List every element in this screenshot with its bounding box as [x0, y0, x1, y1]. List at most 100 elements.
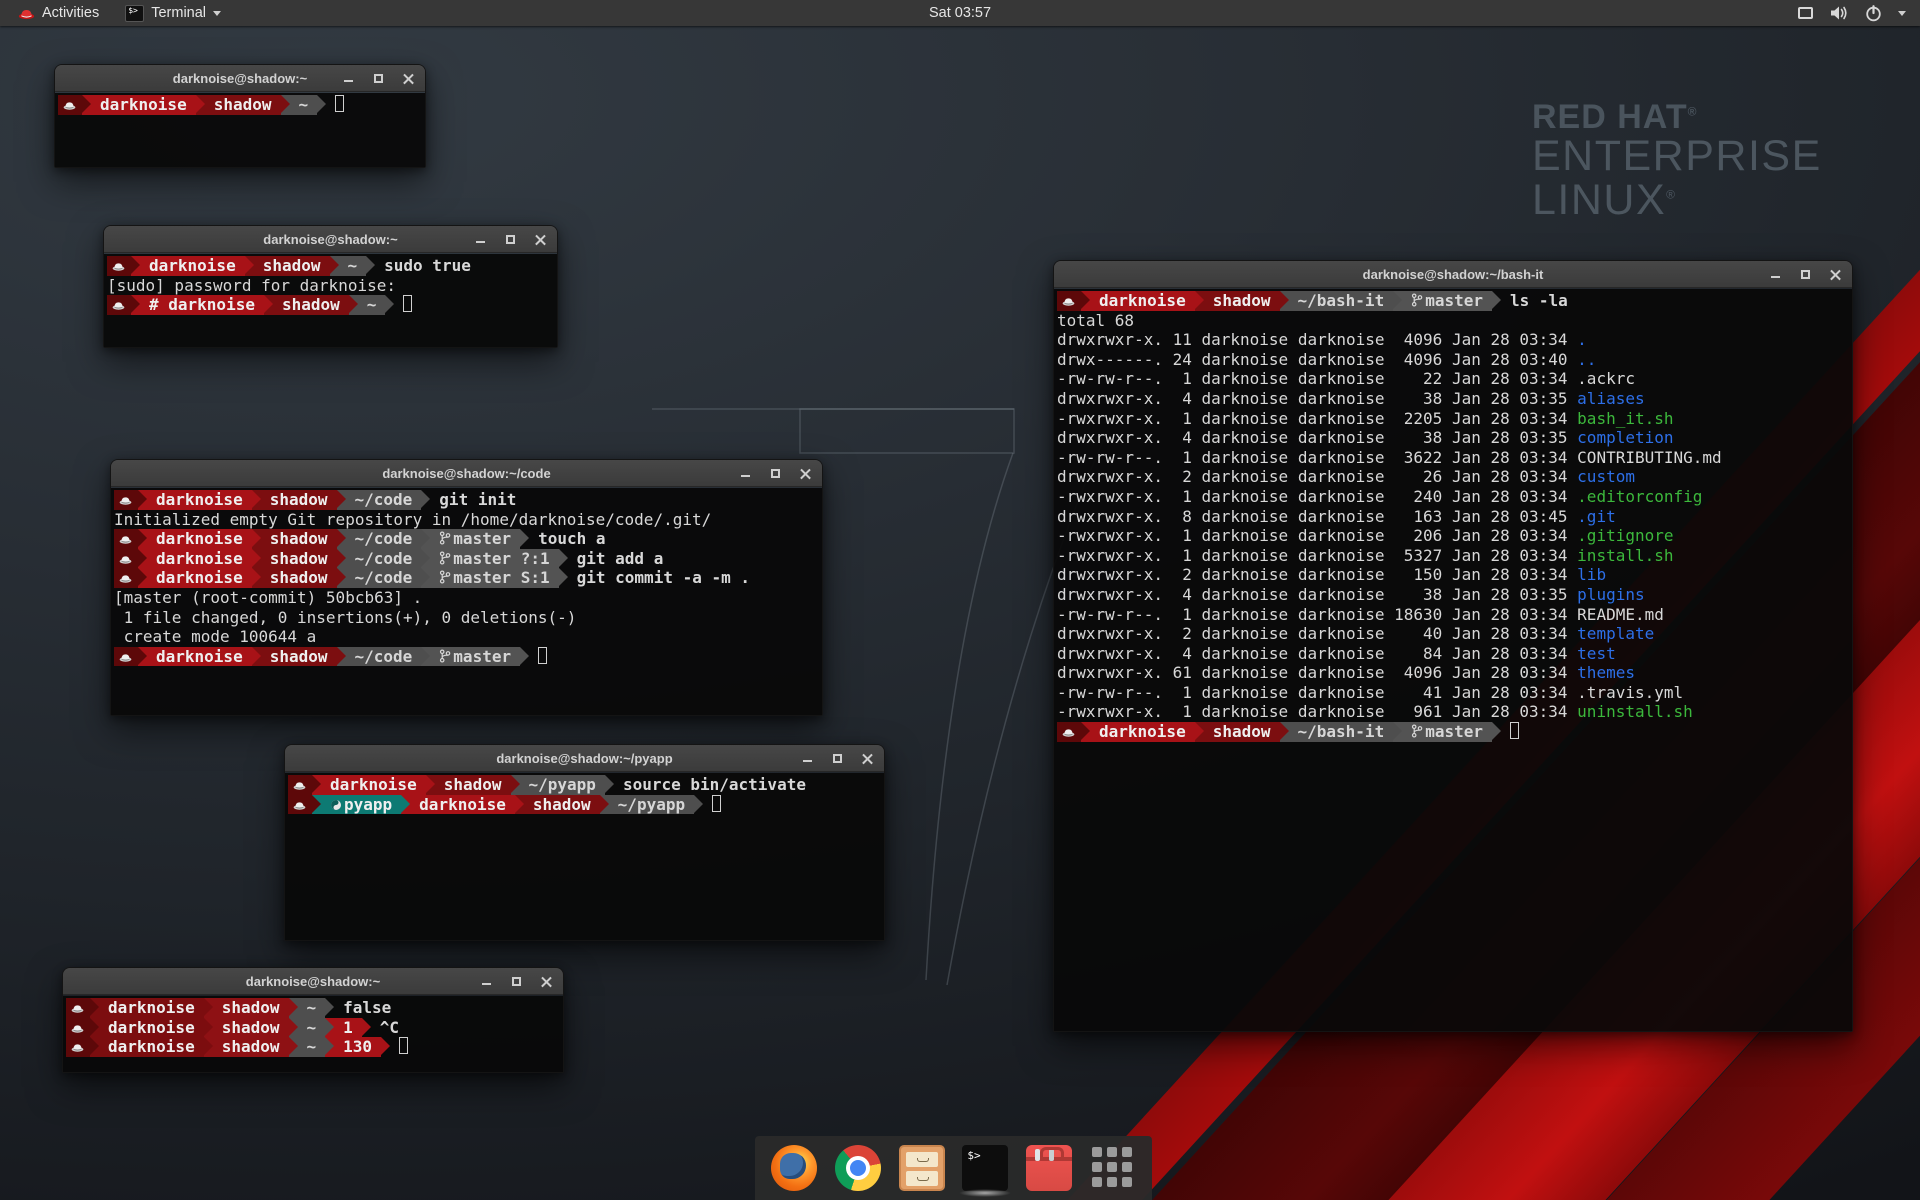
powerline-arrow-icon [90, 998, 99, 1018]
close-icon[interactable] [1829, 268, 1842, 281]
close-icon[interactable] [534, 233, 547, 246]
prompt-segment-host: shadow [261, 568, 337, 588]
ls-file-meta: drwxrwxr-x. 8 darknoise darknoise 163 Ja… [1057, 507, 1577, 526]
powerline-arrow-icon [325, 1037, 334, 1057]
maximize-icon[interactable] [372, 72, 385, 85]
terminal-line: [sudo] password for darknoise: [107, 276, 557, 296]
powerline-arrow-icon [325, 998, 334, 1018]
minimize-icon[interactable] [342, 72, 355, 85]
volume-icon[interactable] [1829, 5, 1849, 21]
powerline-arrow-icon [401, 795, 410, 815]
window-titlebar[interactable]: darknoise@shadow:~/bash-it [1054, 261, 1852, 288]
files-icon[interactable] [899, 1145, 945, 1191]
ls-file-meta: -rwxrwxr-x. 1 darknoise darknoise 5327 J… [1057, 546, 1577, 565]
powerline-arrow-icon [204, 1018, 213, 1038]
terminal-line: # darknoiseshadow~ [107, 295, 557, 315]
terminal-line: darknoiseshadow~/codegit init [114, 490, 822, 510]
terminal-screen[interactable]: darknoiseshadow~/codegit initInitialized… [111, 488, 822, 715]
powerline-arrow-icon [426, 775, 435, 795]
terminal-screen[interactable]: darknoiseshadow~/pyappsource bin/activat… [285, 773, 884, 940]
close-icon[interactable] [402, 72, 415, 85]
prompt-segment-path: ~ [298, 998, 326, 1018]
chevron-down-icon[interactable] [1898, 11, 1906, 16]
prompt-segment-host: shadow [213, 1018, 289, 1038]
maximize-icon[interactable] [1799, 268, 1812, 281]
minimize-icon[interactable] [1769, 268, 1782, 281]
maximize-icon[interactable] [831, 752, 844, 765]
ls-file-meta: drwxrwxr-x. 4 darknoise darknoise 38 Jan… [1057, 428, 1577, 447]
top-bar: Activities $> Terminal Sat 03:57 [0, 0, 1920, 26]
power-icon[interactable] [1865, 5, 1882, 22]
terminal-screen[interactable]: darknoiseshadow~ [55, 93, 425, 167]
terminal-screen[interactable]: darknoiseshadow~falsedarknoiseshadow~1^C… [63, 996, 563, 1072]
window-titlebar[interactable]: darknoise@shadow:~ [104, 226, 557, 253]
window-titlebar[interactable]: darknoise@shadow:~ [55, 65, 425, 92]
window-titlebar[interactable]: darknoise@shadow:~/pyapp [285, 745, 884, 772]
prompt-segment-host: shadow [205, 95, 281, 115]
powerline-arrow-icon [289, 998, 298, 1018]
redhat-fedora-icon [119, 495, 132, 506]
terminal-icon[interactable]: $> [962, 1145, 1008, 1191]
firefox-icon[interactable] [771, 1145, 817, 1191]
ls-file-name: aliases [1577, 389, 1644, 408]
prompt-segment-user: # darknoise [140, 295, 264, 315]
terminal-screen[interactable]: darknoiseshadow~sudo true[sudo] password… [104, 254, 557, 347]
prompt-segment-host: shadow [254, 256, 330, 276]
prompt-segment-user: darknoise [99, 1037, 204, 1057]
powerline-arrow-icon [90, 1018, 99, 1038]
redhat-fedora-icon [1062, 296, 1075, 307]
maximize-icon[interactable] [510, 975, 523, 988]
prompt-segment-git: master [430, 647, 520, 667]
close-icon[interactable] [799, 467, 812, 480]
ls-file-meta: -rw-rw-r--. 1 darknoise darknoise 22 Jan… [1057, 369, 1577, 388]
powerline-arrow-icon [337, 490, 346, 510]
drawer [906, 1152, 938, 1167]
redhat-fedora-icon [1062, 727, 1075, 738]
prompt-segment-hat [114, 490, 138, 510]
app-grid-icon[interactable] [1090, 1145, 1136, 1191]
close-icon[interactable] [540, 975, 553, 988]
minimize-icon[interactable] [474, 233, 487, 246]
prompt-segment-host: shadow [213, 1037, 289, 1057]
prompt-segment-path: ~ [298, 1037, 326, 1057]
window-title: darknoise@shadow:~ [263, 232, 397, 247]
window-titlebar[interactable]: darknoise@shadow:~/code [111, 460, 822, 487]
prompt-segment-git: master [1402, 722, 1492, 742]
prompt-segment-git: master [430, 529, 520, 549]
window-titlebar[interactable]: darknoise@shadow:~ [63, 968, 563, 995]
activities-button[interactable]: Activities [8, 0, 109, 26]
powerline-arrow-icon [281, 95, 290, 115]
prompt-segment-host: shadow [261, 490, 337, 510]
redhat-fedora-icon [293, 800, 306, 811]
ls-file-meta: -rwxrwxr-x. 1 darknoise darknoise 2205 J… [1057, 409, 1577, 428]
window-title: darknoise@shadow:~/bash-it [1363, 267, 1544, 282]
chrome-icon[interactable] [835, 1145, 881, 1191]
app-menu-terminal[interactable]: $> Terminal [115, 0, 231, 26]
minimize-icon[interactable] [480, 975, 493, 988]
prompt-segment-user: darknoise [99, 998, 204, 1018]
powerline-arrow-icon [1280, 722, 1289, 742]
display-icon[interactable] [1798, 7, 1813, 19]
prompt-segment-user: darknoise [147, 529, 252, 549]
prompt-segment-host: shadow [261, 549, 337, 569]
minimize-icon[interactable] [801, 752, 814, 765]
terminal-window-5: darknoise@shadow:~ darknoiseshadow~false… [62, 967, 564, 1073]
activities-label: Activities [42, 5, 99, 21]
prompt-segment-user: darknoise [1090, 291, 1195, 311]
command-text: sudo true [375, 256, 471, 275]
prompt-segment-user: darknoise [147, 490, 252, 510]
minimize-icon[interactable] [739, 467, 752, 480]
prompt-segment-host: shadow [273, 295, 349, 315]
ls-file-name: plugins [1577, 585, 1644, 604]
toolbox-icon[interactable] [1026, 1145, 1072, 1191]
powerline-arrow-icon [289, 1037, 298, 1057]
maximize-icon[interactable] [769, 467, 782, 480]
prompt-segment-user: darknoise [147, 549, 252, 569]
clock[interactable]: Sat 03:57 [929, 0, 991, 26]
terminal-line: [master (root-commit) 50bcb63] . [114, 588, 822, 608]
powerline-arrow-icon [337, 529, 346, 549]
terminal-screen[interactable]: darknoiseshadow~/bash-itmasterls -latota… [1054, 289, 1852, 1031]
maximize-icon[interactable] [504, 233, 517, 246]
ls-file-name: .travis.yml [1577, 683, 1683, 702]
close-icon[interactable] [861, 752, 874, 765]
